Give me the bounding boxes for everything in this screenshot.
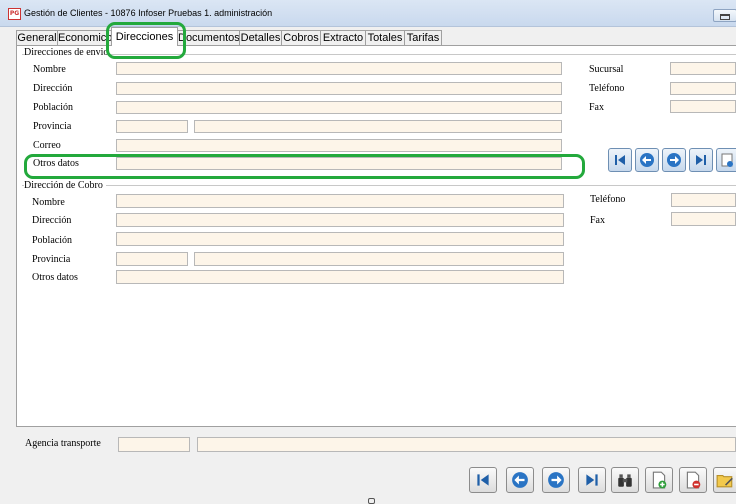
cobro-direccion-field[interactable] bbox=[116, 213, 564, 227]
envio-sucursal-field[interactable] bbox=[670, 62, 736, 75]
resize-grip[interactable] bbox=[368, 498, 375, 504]
cobro-fax-label: Fax bbox=[590, 215, 605, 226]
cobro-nombre-label: Nombre bbox=[32, 197, 65, 208]
last-button[interactable] bbox=[578, 467, 606, 493]
cobro-direccion-label: Dirección bbox=[32, 215, 72, 226]
restore-window-button[interactable] bbox=[713, 9, 736, 22]
envio-provincia-label: Provincia bbox=[33, 121, 72, 132]
envio-otros-label: Otros datos bbox=[33, 158, 79, 169]
agencia-code-field[interactable] bbox=[118, 437, 190, 452]
envio-fax-field[interactable] bbox=[670, 100, 736, 113]
tab-extracto[interactable]: Extracto bbox=[320, 30, 366, 45]
tab-tarifas[interactable]: Tarifas bbox=[404, 30, 442, 45]
envio-poblacion-field[interactable] bbox=[116, 101, 562, 114]
envio-direccion-field[interactable] bbox=[116, 82, 562, 95]
agencia-label: Agencia transporte bbox=[25, 438, 101, 449]
envio-telefono-field[interactable] bbox=[670, 82, 736, 95]
envio-direccion-label: Dirección bbox=[33, 83, 73, 94]
envio-correo-label: Correo bbox=[33, 140, 61, 151]
edit-folder-icon bbox=[716, 474, 733, 488]
window-title: Gestión de Clientes - 10876 Infoser Prue… bbox=[24, 8, 273, 18]
cobro-otros-field[interactable] bbox=[116, 270, 564, 284]
cobro-cp-field[interactable] bbox=[116, 252, 188, 266]
next-record-icon bbox=[667, 153, 681, 167]
previous-button[interactable] bbox=[506, 467, 534, 493]
envio-provincia-field[interactable] bbox=[194, 120, 562, 133]
app-icon: PG bbox=[8, 8, 21, 20]
search-button[interactable] bbox=[611, 467, 639, 493]
envio-nombre-label: Nombre bbox=[33, 64, 66, 75]
next-address-button[interactable] bbox=[662, 148, 686, 172]
envio-group-border bbox=[22, 54, 736, 55]
add-address-icon bbox=[721, 153, 733, 167]
tab-totales[interactable]: Totales bbox=[365, 30, 405, 45]
cobro-group-title: Dirección de Cobro bbox=[24, 180, 106, 191]
new-document-icon bbox=[652, 471, 667, 489]
cobro-telefono-label: Teléfono bbox=[590, 194, 626, 205]
envio-group-title: Direcciones de envio bbox=[24, 47, 112, 58]
cobro-provincia-label: Provincia bbox=[32, 254, 71, 265]
cobro-fax-field[interactable] bbox=[671, 212, 736, 226]
cobro-poblacion-field[interactable] bbox=[116, 232, 564, 246]
search-binoculars-icon bbox=[618, 474, 632, 487]
envio-poblacion-label: Población bbox=[33, 102, 73, 113]
previous-record-icon bbox=[640, 153, 654, 167]
envio-correo-field[interactable] bbox=[116, 139, 562, 152]
tab-detalles[interactable]: Detalles bbox=[239, 30, 282, 45]
cobro-nombre-field[interactable] bbox=[116, 194, 564, 208]
first-address-button[interactable] bbox=[608, 148, 632, 172]
cobro-poblacion-label: Población bbox=[32, 235, 72, 246]
title-bar: PG Gestión de Clientes - 10876 Infoser P… bbox=[0, 0, 736, 27]
next-icon bbox=[548, 472, 564, 488]
tab-documentos[interactable]: Documentos bbox=[177, 30, 240, 45]
envio-cp-field[interactable] bbox=[116, 120, 188, 133]
delete-button[interactable] bbox=[679, 467, 707, 493]
cobro-otros-label: Otros datos bbox=[32, 272, 78, 283]
last-address-button[interactable] bbox=[689, 148, 713, 172]
edit-button[interactable] bbox=[713, 467, 736, 493]
first-record-icon bbox=[615, 155, 625, 165]
cobro-provincia-field[interactable] bbox=[194, 252, 564, 266]
envio-fax-label: Fax bbox=[589, 102, 604, 113]
tab-general[interactable]: General bbox=[16, 30, 58, 45]
next-button[interactable] bbox=[542, 467, 570, 493]
tab-cobros[interactable]: Cobros bbox=[281, 30, 321, 45]
envio-telefono-label: Teléfono bbox=[589, 83, 625, 94]
previous-icon bbox=[512, 472, 528, 488]
first-icon bbox=[477, 474, 489, 486]
envio-sucursal-label: Sucursal bbox=[589, 64, 624, 75]
envio-otros-field[interactable] bbox=[116, 157, 562, 170]
add-address-button[interactable] bbox=[716, 148, 736, 172]
agencia-name-field[interactable] bbox=[197, 437, 736, 452]
last-icon bbox=[586, 474, 598, 486]
delete-document-icon bbox=[686, 471, 701, 489]
cobro-group-border bbox=[22, 185, 736, 186]
last-record-icon bbox=[696, 155, 706, 165]
tab-economico[interactable]: Economico bbox=[57, 30, 112, 45]
previous-address-button[interactable] bbox=[635, 148, 659, 172]
tab-direcciones[interactable]: Direcciones bbox=[111, 27, 178, 46]
new-button[interactable] bbox=[645, 467, 673, 493]
cobro-telefono-field[interactable] bbox=[671, 193, 736, 207]
envio-nombre-field[interactable] bbox=[116, 62, 562, 75]
first-button[interactable] bbox=[469, 467, 497, 493]
